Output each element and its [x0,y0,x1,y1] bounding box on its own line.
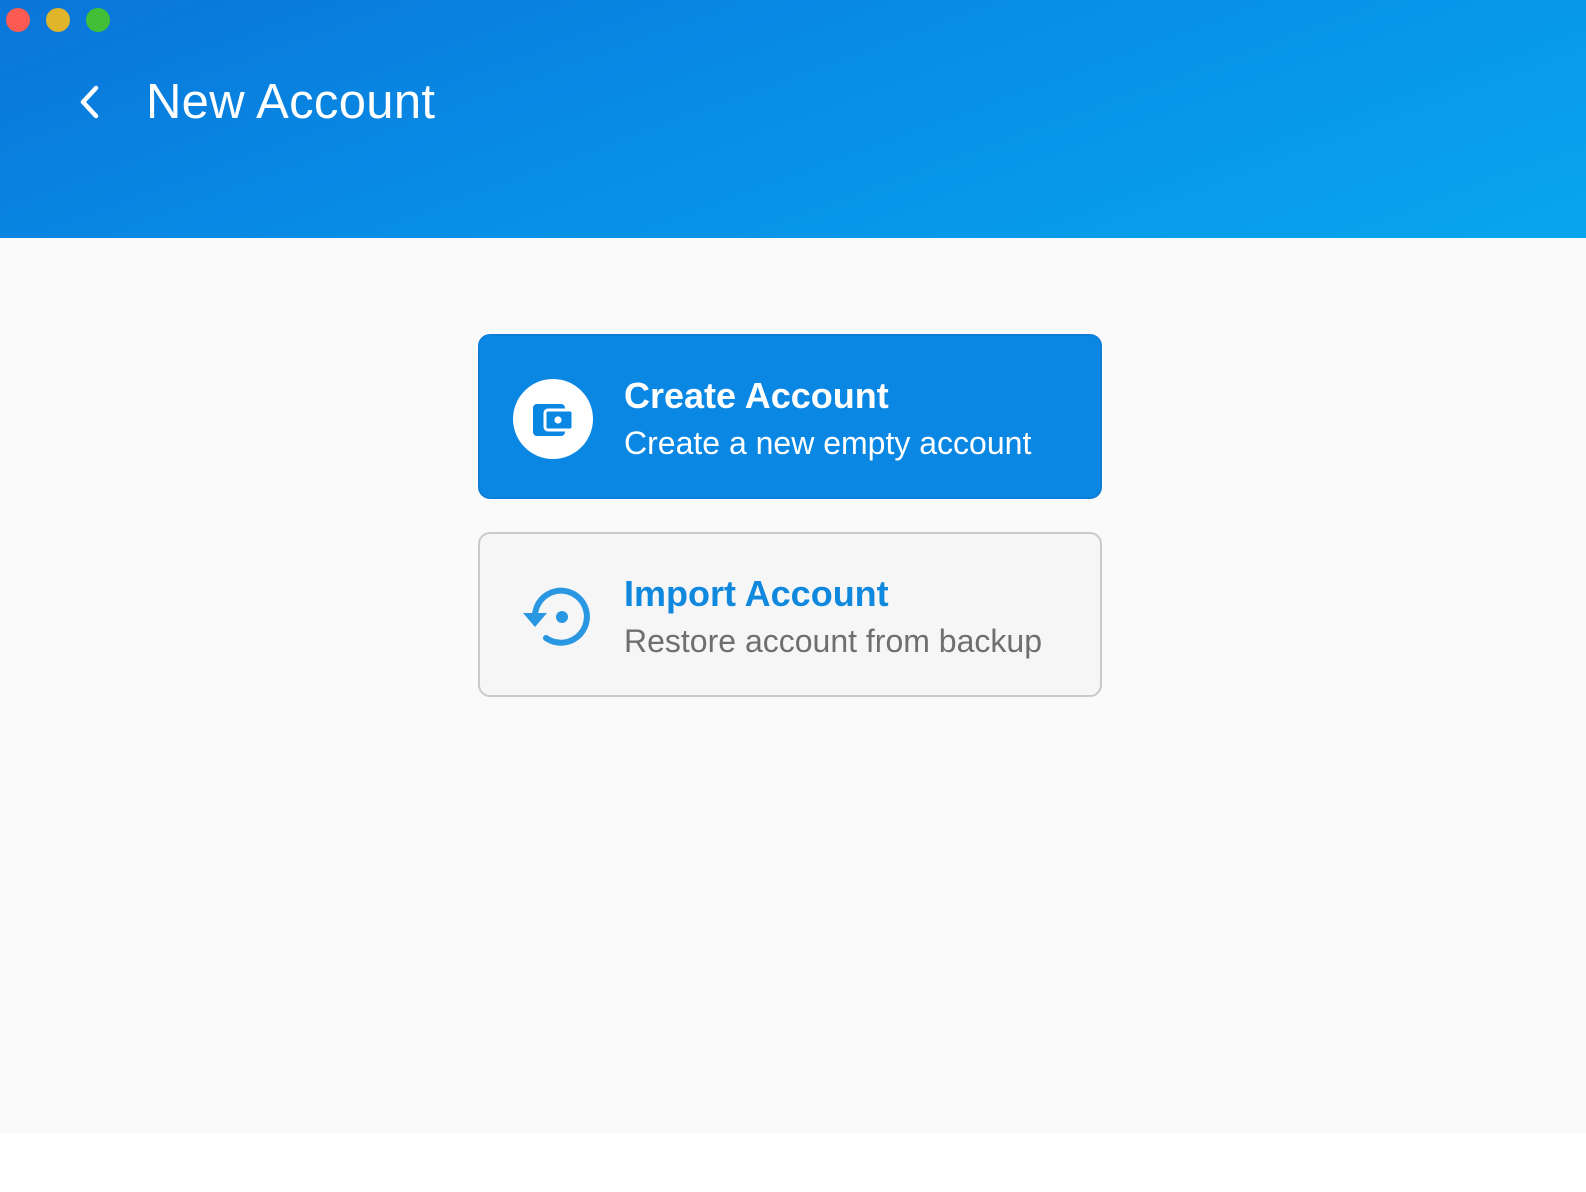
back-button[interactable] [66,78,114,126]
create-account-title: Create Account [624,375,889,416]
app-window: New Account Create Account Create a new … [0,0,1586,1133]
zoom-window-button[interactable] [86,8,110,32]
create-account-subtitle: Create a new empty account [624,425,1032,461]
import-account-title: Import Account [624,573,889,614]
page-title: New Account [146,75,436,129]
create-account-button[interactable]: Create Account Create a new empty accoun… [478,334,1102,499]
close-window-button[interactable] [6,8,30,32]
import-account-button[interactable]: Import Account Restore account from back… [478,532,1102,697]
chevron-left-icon [80,85,99,119]
header-banner: New Account [0,0,1586,238]
wallet-icon [513,379,593,459]
minimize-window-button[interactable] [46,8,70,32]
restore-icon [523,587,590,646]
import-account-subtitle: Restore account from backup [624,623,1042,659]
